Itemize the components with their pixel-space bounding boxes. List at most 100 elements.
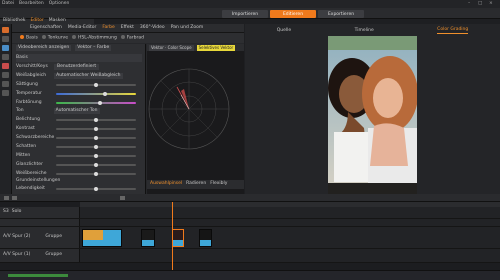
white-balance-label: Weißabgleich: [16, 72, 47, 78]
tab-360-video[interactable]: 360°-Video: [140, 25, 165, 31]
brush-button[interactable]: Auswahlpinsel: [150, 182, 182, 187]
maximize-button[interactable]: □: [478, 1, 482, 7]
video-clip[interactable]: [82, 229, 122, 247]
slider-knob[interactable]: [94, 187, 98, 191]
tone-row[interactable]: Ton Automatischer Ton: [16, 107, 142, 115]
track-label: Gruppe: [45, 252, 62, 258]
snap-icon[interactable]: [120, 196, 125, 200]
slider-knob[interactable]: [103, 92, 108, 96]
tab-color[interactable]: Farbe: [102, 25, 114, 31]
adjustment-slider[interactable]: [56, 136, 136, 140]
editor-panel: Eigenschaften Media-Editor Farbe Effekt …: [12, 24, 244, 212]
menu-item-file[interactable]: Datei: [2, 1, 14, 7]
scope-dropdown[interactable]: Vektor – Farbe: [75, 44, 112, 52]
preview-panel: Quelle Timeline Color Grading ◂◂ ▶ ▸▸ ◉: [245, 24, 500, 212]
track-name[interactable]: Solo: [12, 210, 22, 215]
slider-row: Schwarzbereiche: [16, 134, 142, 142]
erase-button[interactable]: Radieren: [186, 182, 206, 187]
adjustment-slider[interactable]: [56, 118, 136, 122]
slider-knob[interactable]: [94, 118, 98, 122]
menu-item-options[interactable]: Optionen: [49, 1, 70, 7]
title-icon[interactable]: [2, 63, 9, 69]
media-icon[interactable]: [2, 27, 9, 33]
video-clip[interactable]: [199, 229, 212, 247]
subtab-hsl[interactable]: HSL-Abstimmung: [72, 35, 117, 41]
slider-knob[interactable]: [94, 127, 98, 131]
tab-import[interactable]: Importieren: [222, 10, 268, 18]
scissors-icon[interactable]: [4, 196, 9, 200]
slider-knob[interactable]: [97, 101, 102, 105]
scope-header: Vektor · Color Scope Selektives Vektor: [147, 44, 244, 51]
adjustment-slider[interactable]: [56, 154, 136, 158]
show-scope-button[interactable]: Videobereich anzeigen: [16, 44, 72, 52]
auto-wb-button[interactable]: Automatischer Weißabgleich: [54, 72, 123, 80]
mask-icon[interactable]: [2, 90, 9, 96]
color-icon[interactable]: [2, 45, 9, 51]
version-row: Vorschitt/Keys Benutzerdefiniert: [16, 63, 142, 71]
slider-knob[interactable]: [94, 154, 98, 158]
trash-icon[interactable]: [12, 196, 17, 200]
slider-row: Sättigung: [16, 81, 142, 89]
tab-timeline-preview[interactable]: Timeline: [355, 28, 374, 34]
slider-row: Mitten: [16, 152, 142, 160]
slider-label: Mitten: [16, 152, 31, 158]
audio-icon[interactable]: [2, 54, 9, 60]
tab-effect[interactable]: Effekt: [121, 25, 134, 31]
tab-color-grading[interactable]: Color Grading: [437, 28, 469, 34]
adjustment-slider[interactable]: [56, 145, 136, 149]
fx-icon[interactable]: [2, 36, 9, 42]
basic-settings-row[interactable]: Grundeinstellungen: [16, 177, 142, 185]
scope-type-dropdown[interactable]: Vektor · Color Scope: [149, 44, 194, 51]
slider-knob[interactable]: [94, 172, 98, 176]
flexible-button[interactable]: Flexibly: [210, 182, 227, 187]
slider-row: Glanzlichter: [16, 161, 142, 169]
tab-properties[interactable]: Eigenschaften: [30, 25, 62, 31]
sharpness-slider[interactable]: [56, 187, 136, 191]
montage-icon[interactable]: [2, 81, 9, 87]
tab-pan-zoom[interactable]: Pan und Zoom: [171, 25, 204, 31]
section-header[interactable]: Basis: [16, 54, 142, 62]
selective-vector-button[interactable]: Selektives Vektor: [196, 44, 236, 51]
tab-source[interactable]: Quelle: [277, 28, 291, 34]
slider-knob[interactable]: [94, 145, 98, 149]
adjustment-slider[interactable]: [56, 172, 136, 176]
auto-tone-button[interactable]: Automatischer Ton: [53, 107, 100, 115]
vectorscope-graph: [148, 68, 230, 150]
minimize-button[interactable]: –: [468, 1, 470, 7]
tab-export[interactable]: Exportieren: [318, 10, 364, 18]
adjustment-slider[interactable]: [56, 83, 136, 87]
video-clip-selected[interactable]: [172, 229, 184, 247]
adjustment-slider[interactable]: [56, 127, 136, 131]
slider-knob[interactable]: [94, 163, 98, 167]
track-name[interactable]: A/V Spur (2): [3, 235, 30, 240]
version-dropdown[interactable]: Benutzerdefiniert: [54, 63, 100, 71]
radio-icon: [20, 35, 24, 39]
white-balance-row[interactable]: Weißabgleich Automatischer Weißabgleich: [16, 72, 142, 80]
slider-row: Farbtönung: [16, 99, 142, 107]
scope-toolbar: Auswahlpinsel Radieren Flexibly: [147, 180, 244, 189]
adjustment-slider[interactable]: [56, 163, 136, 167]
slider-knob[interactable]: [94, 136, 98, 140]
subtab-basic-label: Basis: [26, 35, 38, 41]
subtab-tone-curve[interactable]: Tonkurve: [41, 35, 68, 41]
tab-edit[interactable]: Editieren: [270, 10, 316, 18]
preview-tabs: Quelle Timeline Color Grading: [245, 27, 500, 35]
playhead[interactable]: [172, 202, 173, 280]
transition-icon[interactable]: [2, 72, 9, 78]
menu-bar: Datei Bearbeiten Optionen – □ ×: [0, 0, 500, 8]
slider-knob[interactable]: [94, 83, 98, 87]
section-basic-label: Basis: [16, 54, 28, 60]
subtab-basic[interactable]: Basis: [20, 35, 38, 41]
timeline: S3 Solo A/V Spur (2) Gruppe A/V Spur (1)…: [0, 194, 500, 280]
status-bar: [0, 270, 500, 280]
menu-item-edit[interactable]: Bearbeiten: [19, 1, 44, 7]
adjustment-slider[interactable]: [56, 92, 136, 96]
video-clip[interactable]: [141, 229, 155, 247]
track-solo: S3 Solo: [0, 207, 500, 219]
subtab-color-wheel[interactable]: Farbrad: [120, 35, 144, 41]
options-row: Videobereich anzeigen Vektor – Farbe: [16, 44, 142, 52]
tab-media-editor[interactable]: Media-Editor: [68, 25, 96, 31]
close-button[interactable]: ×: [489, 1, 493, 7]
adjustment-slider[interactable]: [56, 101, 136, 105]
track-name[interactable]: A/V Spur (1): [3, 253, 30, 258]
